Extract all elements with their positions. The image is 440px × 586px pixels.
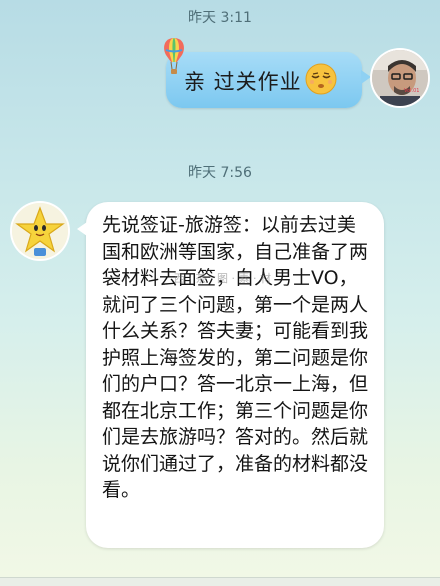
incoming-message-bubble[interactable]: 先说签证-旅游签：以前去过美国和欧洲等国家，自己准备了两袋材料去面签，白人男士V… [77,202,384,548]
star-mascot-avatar-icon [12,203,68,259]
hot-air-balloon-icon [164,38,184,74]
timestamp-2: 昨天 7:56 [188,165,252,181]
contact-avatar[interactable] [12,203,68,259]
watermark: 西 · 茶 · 图 · 素 · 材 [174,272,271,285]
user-photo-avatar-icon: Vol.01 [372,50,428,106]
outgoing-message-text: 亲 过关作业 [184,70,302,94]
sleepy-face-emoji-icon [305,63,337,95]
timestamp-1: 昨天 3:11 [188,10,252,26]
svg-text:Vol.01: Vol.01 [404,88,419,94]
input-bar-edge [0,577,440,586]
incoming-message-text: 先说签证-旅游签：以前去过美国和欧洲等国家，自己准备了两袋材料去面签，白人男士V… [102,214,369,501]
user-avatar[interactable]: Vol.01 [372,50,428,106]
